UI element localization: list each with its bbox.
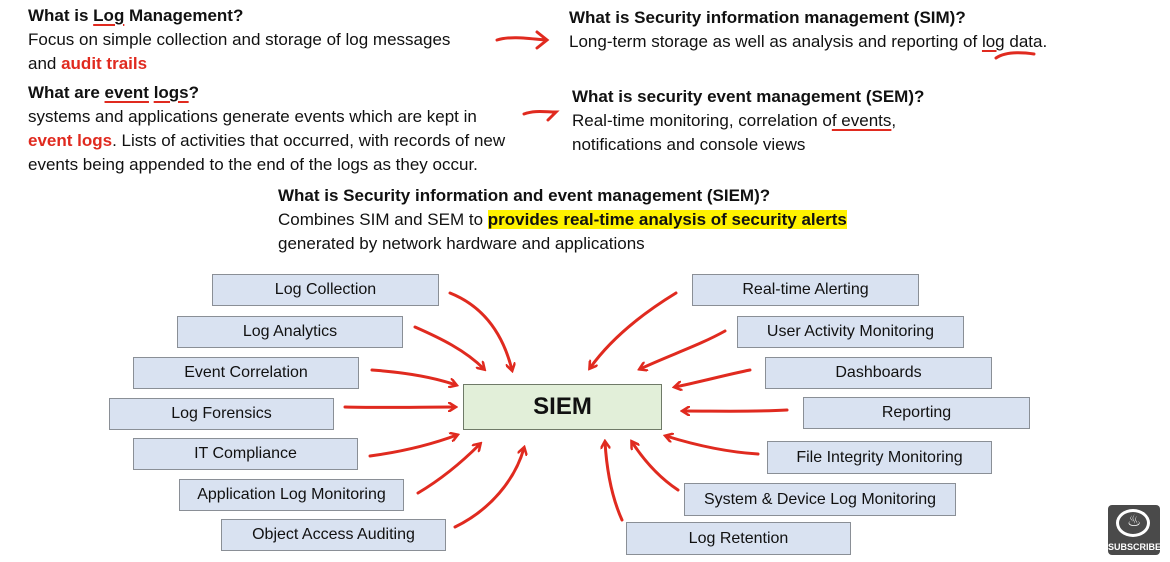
box-log-collection: Log Collection bbox=[212, 274, 439, 306]
box-it-compliance: IT Compliance bbox=[133, 438, 358, 470]
box-log-analytics: Log Analytics bbox=[177, 316, 403, 348]
arrow-realtime-alerting bbox=[590, 291, 678, 368]
box-log-forensics: Log Forensics bbox=[109, 398, 334, 430]
siem-center-box: SIEM bbox=[463, 384, 662, 430]
box-application-log-monitoring: Application Log Monitoring bbox=[179, 479, 404, 511]
subscribe-label: SUBSCRIBE bbox=[1108, 542, 1162, 552]
box-file-integrity-monitoring: File Integrity Monitoring bbox=[767, 441, 992, 474]
annotation-arrows bbox=[343, 30, 1036, 529]
box-dashboards: Dashboards bbox=[765, 357, 992, 389]
arrow-reporting bbox=[683, 410, 789, 411]
arrow-dashboards bbox=[675, 368, 752, 387]
box-realtime-alerting: Real-time Alerting bbox=[692, 274, 919, 306]
arrow-event-correlation bbox=[370, 368, 456, 385]
box-log-retention: Log Retention bbox=[626, 522, 851, 555]
arrow-log-collection bbox=[448, 291, 512, 370]
arrow-eventlogs-to-sem bbox=[522, 110, 560, 122]
arrow-app-log-monitoring bbox=[416, 444, 480, 495]
arrow-file-integrity bbox=[666, 436, 760, 456]
arrow-it-compliance bbox=[368, 435, 457, 458]
underline-log-data bbox=[994, 51, 1036, 60]
arrow-logmgmt-to-sim bbox=[495, 30, 550, 50]
arrow-log-analytics bbox=[413, 325, 484, 369]
box-user-activity-monitoring: User Activity Monitoring bbox=[737, 316, 964, 348]
box-system-device-log-monitoring: System & Device Log Monitoring bbox=[684, 483, 956, 516]
box-object-access-auditing: Object Access Auditing bbox=[221, 519, 446, 551]
arrow-log-retention bbox=[605, 442, 624, 522]
arrow-system-device bbox=[632, 442, 680, 492]
subscribe-badge[interactable]: ♨ SUBSCRIBE bbox=[1108, 505, 1162, 555]
box-reporting: Reporting bbox=[803, 397, 1030, 429]
arrow-user-activity bbox=[640, 329, 727, 369]
box-event-correlation: Event Correlation bbox=[133, 357, 359, 389]
